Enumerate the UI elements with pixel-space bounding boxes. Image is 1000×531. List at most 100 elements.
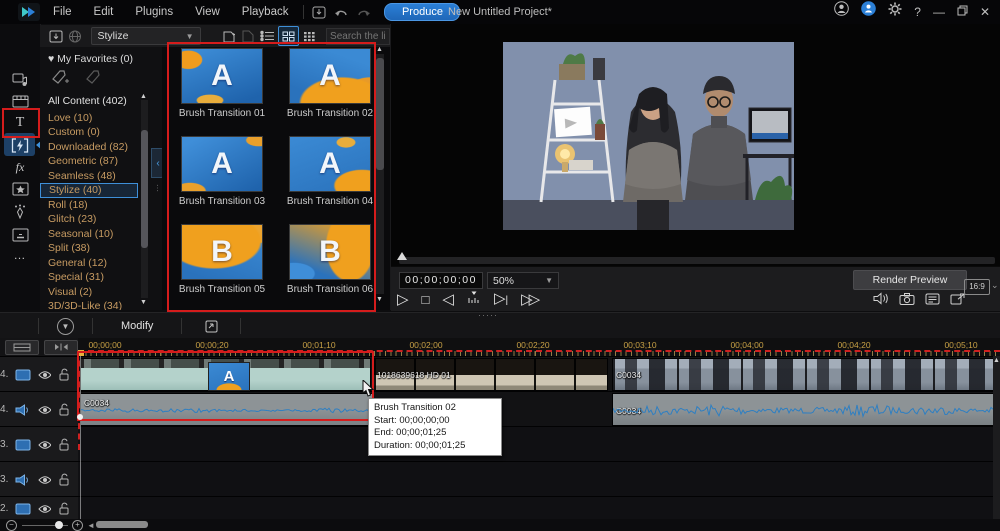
lock-icon[interactable] — [58, 403, 70, 416]
timeline-playhead-marker[interactable] — [78, 350, 84, 356]
preview-playhead[interactable] — [397, 252, 407, 260]
timeline-collapse-button[interactable]: ▼ — [57, 318, 74, 335]
track-content[interactable]: C0034 C0034 — [78, 392, 1000, 427]
timeline-zoom-slider-handle[interactable] — [55, 521, 63, 529]
grid-scroll-down-icon[interactable]: ▼ — [376, 296, 383, 303]
undock-window-icon[interactable] — [950, 292, 965, 310]
help-button[interactable]: ? — [908, 0, 927, 24]
clip-video-c0034[interactable]: C0034 — [612, 358, 999, 391]
panel-drag-handle[interactable]: ⋯ — [153, 184, 162, 193]
media-room-icon[interactable] — [0, 68, 40, 90]
produce-button[interactable]: Produce — [384, 3, 460, 21]
favorites-row[interactable]: ♥ My Favorites (0) — [40, 47, 162, 65]
more-rooms-icon[interactable]: … — [0, 244, 40, 266]
timeline-vertical-scrollbar[interactable]: ▲ — [993, 356, 1000, 519]
previous-frame-button[interactable]: ◁ — [442, 290, 454, 310]
download-templates-icon[interactable] — [65, 27, 85, 45]
modify-button[interactable]: Modify — [97, 320, 177, 332]
horizontal-scrollbar-thumb[interactable] — [96, 521, 148, 528]
undo-icon[interactable] — [330, 3, 352, 21]
edit-tag-icon[interactable] — [84, 69, 102, 90]
zoom-level-dropdown[interactable]: 50% ▼ — [487, 272, 559, 289]
clip-video-1018639618[interactable]: 1018639618 HD 01 — [373, 358, 608, 391]
directorzone-icon[interactable] — [855, 0, 882, 24]
panel-resize-handle[interactable]: ····· — [478, 310, 498, 320]
track-content[interactable] — [78, 427, 1000, 462]
lock-icon[interactable] — [58, 368, 70, 381]
applied-transition-thumbnail[interactable]: A — [208, 362, 250, 391]
eye-icon[interactable] — [38, 475, 52, 485]
transition-item[interactable]: A Brush Transition 03 — [170, 136, 274, 207]
menu-view[interactable]: View — [184, 0, 231, 24]
pip-objects-room-icon[interactable] — [0, 178, 40, 200]
lock-icon[interactable] — [58, 473, 70, 486]
save-project-icon[interactable] — [308, 3, 330, 21]
track-content[interactable] — [78, 497, 1000, 520]
eye-icon[interactable] — [38, 440, 52, 450]
timecode-display[interactable]: 00;00;00;00 — [399, 272, 483, 289]
eye-icon[interactable] — [38, 504, 52, 514]
zoom-in-button[interactable]: + — [72, 520, 83, 531]
aspect-ratio-badge[interactable]: 16:9 — [964, 279, 990, 295]
grid-scroll-up-icon[interactable]: ▲ — [376, 46, 383, 53]
clip-audio-c0034-2[interactable]: C0034 — [612, 393, 999, 426]
render-preview-button[interactable]: Render Preview — [853, 270, 967, 290]
lock-icon[interactable] — [58, 502, 70, 515]
title-room-icon[interactable]: T — [0, 112, 40, 134]
track-content[interactable] — [78, 462, 1000, 497]
fast-forward-button[interactable]: ▷▷ — [521, 290, 536, 310]
preview-quality-icon[interactable] — [925, 292, 940, 310]
transition-item[interactable]: A Brush Transition 01 — [170, 48, 274, 119]
menu-playback[interactable]: Playback — [231, 0, 300, 24]
fit-timeline-button[interactable] — [44, 340, 78, 355]
add-tag-icon[interactable] — [50, 69, 70, 90]
menu-plugins[interactable]: Plugins — [124, 0, 184, 24]
minimize-button[interactable]: — — [927, 0, 951, 24]
subtitle-room-icon[interactable] — [0, 224, 40, 246]
track-content[interactable]: A 1018639618 HD 01 C0034 — [78, 357, 1000, 392]
restore-button[interactable] — [951, 0, 974, 24]
track-manager-button[interactable] — [5, 340, 39, 355]
page-icon[interactable] — [239, 27, 259, 45]
transition-item[interactable]: B Brush Transition 06 — [278, 224, 382, 295]
search-input[interactable] — [326, 28, 390, 45]
import-media-icon[interactable] — [45, 27, 65, 45]
redo-icon[interactable] — [352, 3, 374, 21]
clip-video-green[interactable]: A — [80, 358, 371, 391]
volume-icon[interactable] — [873, 292, 889, 310]
lock-icon[interactable] — [58, 438, 70, 451]
category-scroll-up-icon[interactable]: ▲ — [140, 93, 147, 100]
particle-room-icon[interactable] — [0, 200, 40, 222]
zoom-out-button[interactable]: − — [6, 520, 17, 531]
category-stylize-selected[interactable]: Stylize (40) — [40, 183, 138, 198]
eye-icon[interactable] — [38, 405, 52, 415]
transition-item[interactable]: A Brush Transition 04 — [278, 136, 382, 207]
menu-file[interactable]: File — [42, 0, 83, 24]
effect-room-icon[interactable]: fx — [0, 156, 40, 178]
category-scroll-down-icon[interactable]: ▼ — [140, 299, 147, 306]
seek-marker-button[interactable] — [467, 290, 481, 310]
preview-seekbar[interactable] — [399, 257, 995, 264]
user-account-icon[interactable] — [828, 0, 855, 24]
transition-item[interactable]: A Brush Transition 02 — [278, 48, 382, 119]
snapshot-camera-icon[interactable] — [899, 292, 915, 310]
stop-button[interactable]: □ — [422, 290, 430, 310]
new-folder-icon[interactable] — [219, 27, 239, 45]
menu-edit[interactable]: Edit — [83, 0, 125, 24]
transition-room-icon[interactable] — [0, 134, 40, 156]
category-filter-dropdown[interactable]: Stylize ▼ — [91, 27, 201, 45]
settings-gear-icon[interactable] — [882, 0, 908, 24]
transition-item[interactable]: B Brush Transition 05 — [170, 224, 274, 295]
scroll-left-arrow-icon[interactable]: ◄ — [87, 521, 95, 530]
overlay-room-icon[interactable] — [0, 90, 40, 112]
list-view-icon[interactable] — [258, 27, 278, 45]
clip-handle-dot[interactable] — [77, 414, 83, 420]
grid-view-icon[interactable] — [278, 26, 300, 46]
close-button[interactable]: ✕ — [974, 0, 996, 24]
category-scrollbar-thumb[interactable] — [141, 130, 148, 248]
clip-audio-c0034[interactable]: C0034 — [80, 393, 374, 426]
timeline-ruler[interactable]: 00;00;00 00;00;20 00;01;10 00;02;00 00;0… — [78, 338, 1000, 356]
track-manager-icon[interactable] — [200, 317, 222, 335]
chevron-down-icon[interactable]: ⌄ — [991, 280, 999, 291]
play-button[interactable]: ▷ — [397, 290, 409, 310]
